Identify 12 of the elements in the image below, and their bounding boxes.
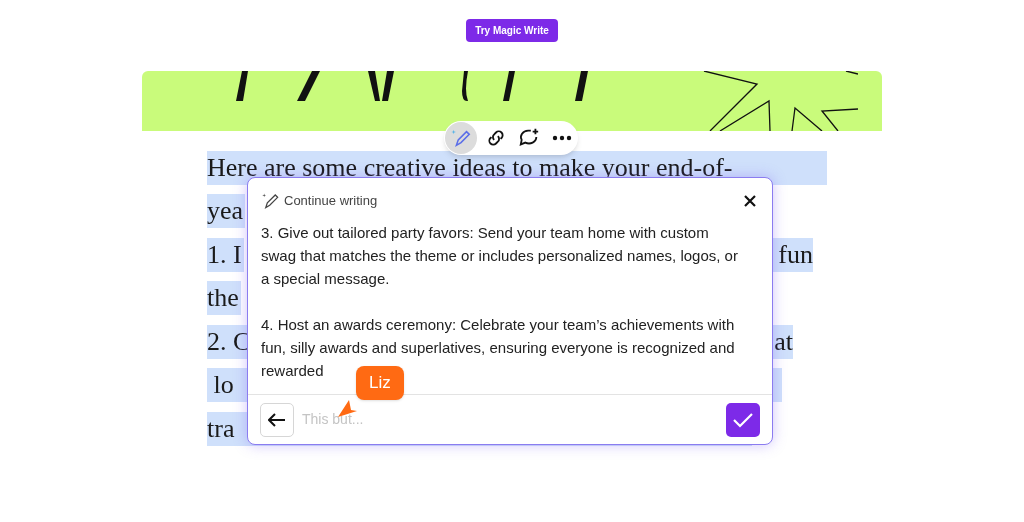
magic-pen-icon[interactable] [445, 122, 477, 154]
prompt-input[interactable]: This but... [302, 409, 718, 430]
panel-title: Continue writing [284, 192, 378, 210]
left-arrow-icon [268, 412, 286, 427]
checkmark-icon [733, 411, 753, 428]
confirm-button[interactable] [726, 402, 760, 437]
document-text: yea [207, 194, 246, 229]
back-button[interactable] [260, 402, 294, 437]
document-text: 1. I [207, 237, 244, 272]
magic-pen-icon [261, 191, 280, 211]
magic-write-button[interactable]: Try Magic Write [466, 19, 558, 42]
document-text: the [207, 281, 241, 316]
